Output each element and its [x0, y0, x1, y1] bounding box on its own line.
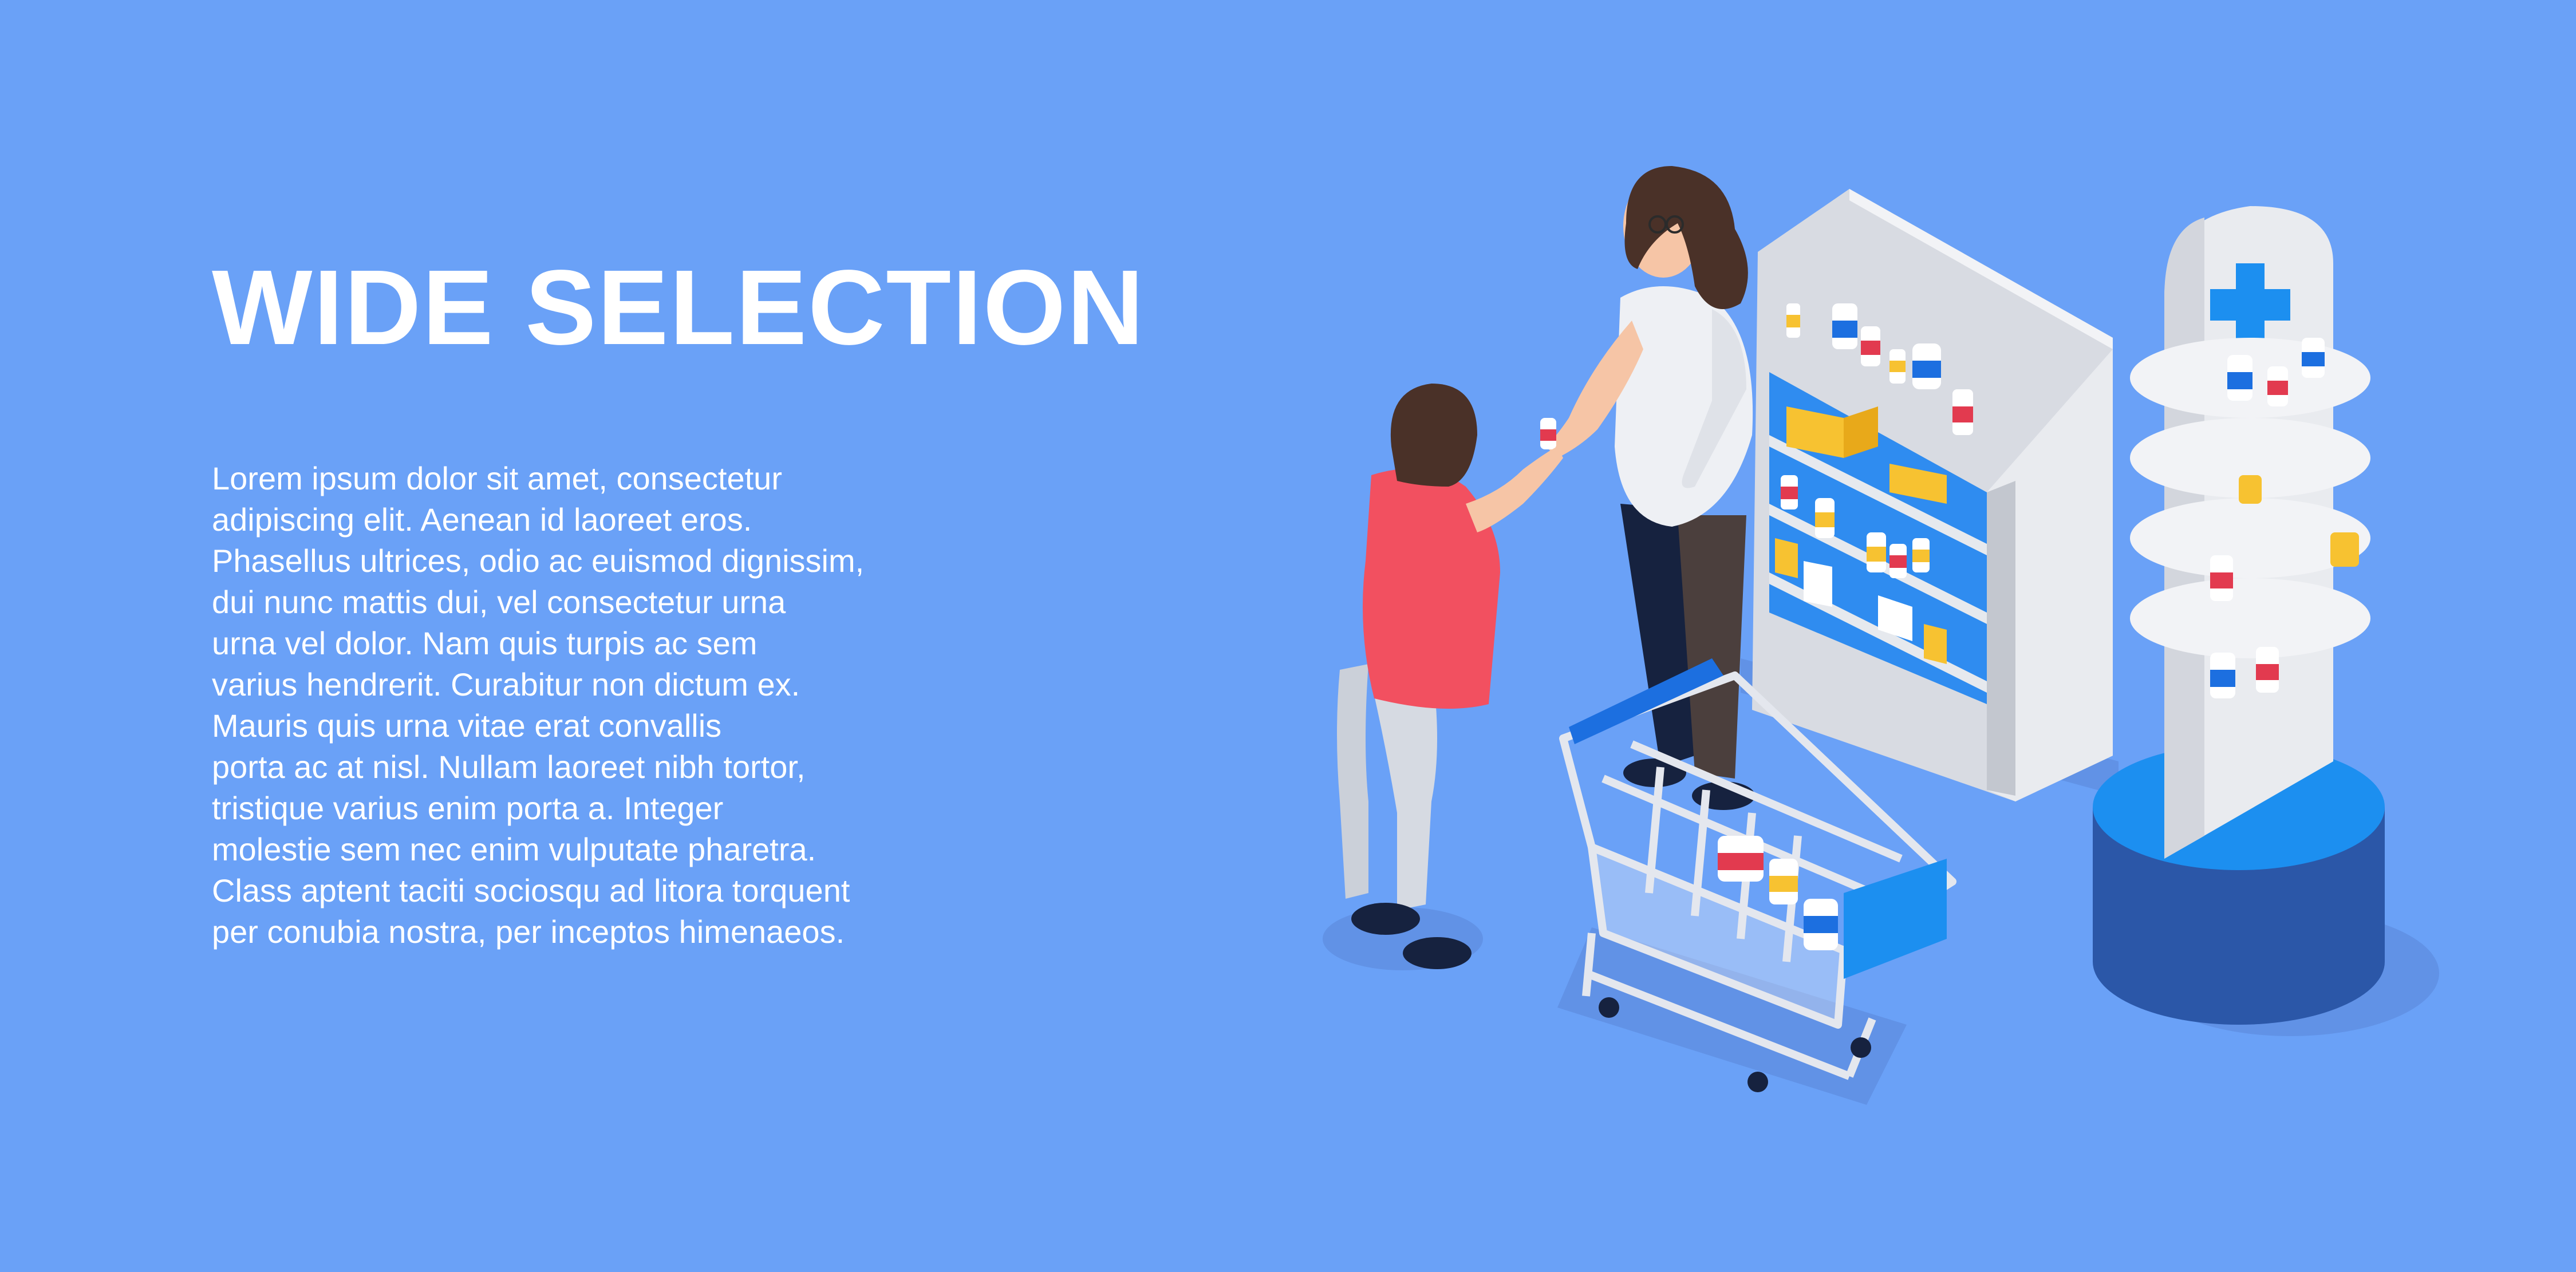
- customer-figure: [1337, 384, 1563, 969]
- body-line: varius hendrerit. Curabitur non dictum e…: [212, 666, 800, 702]
- body-line: Phasellus ultrices, odio ac euismod dign…: [212, 543, 865, 579]
- pharmacist-figure: [1540, 166, 1755, 810]
- body-line: molestie sem nec enim vulputate pharetra…: [212, 831, 816, 867]
- body-line: Mauris quis urna vitae erat convallis: [212, 708, 722, 744]
- body-line: adipiscing elit. Aenean id laoreet eros.: [212, 501, 752, 538]
- body-line: Lorem ipsum dolor sit amet, consectetur: [212, 460, 782, 496]
- body-line: urna vel dolor. Nam quis turpis ac sem: [212, 625, 758, 661]
- display-stand: [2093, 206, 2385, 1025]
- pharmacy-illustration: [1323, 166, 2439, 1105]
- body-line: tristique varius enim porta a. Integer: [212, 790, 724, 826]
- body-line: per conubia nostra, per inceptos himenae…: [212, 914, 845, 950]
- body-paragraph: Lorem ipsum dolor sit amet, consectetur …: [212, 458, 956, 953]
- page-title: WIDE SELECTION: [212, 248, 1145, 367]
- body-line: dui nunc mattis dui, vel consectetur urn…: [212, 584, 786, 620]
- medicine-shelf: [1752, 189, 2113, 801]
- body-line: Class aptent taciti sociosqu ad litora t…: [212, 872, 850, 908]
- body-line: porta ac at nisl. Nullam laoreet nibh to…: [212, 749, 806, 785]
